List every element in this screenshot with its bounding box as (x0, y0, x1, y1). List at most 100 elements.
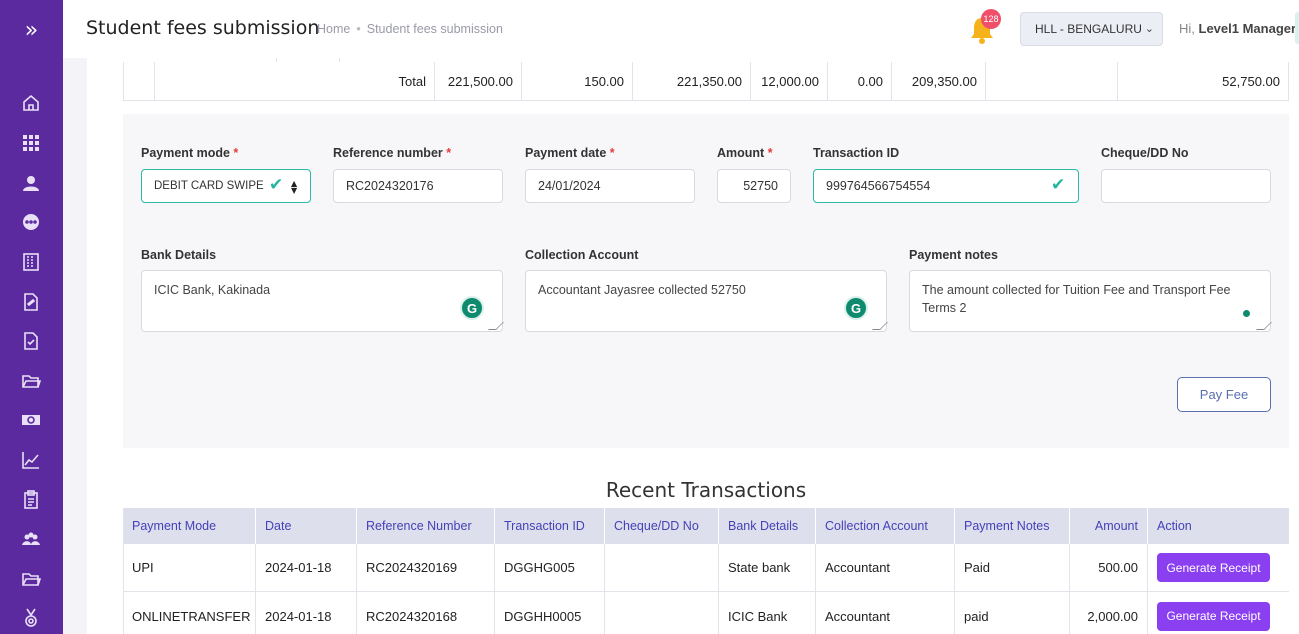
table-cell: Paid (954, 544, 1069, 591)
valid-check-icon: ✔ (269, 175, 284, 195)
column-header: Action (1147, 508, 1289, 544)
totals-value: 221,350.00 (632, 62, 750, 100)
payment-notes-textarea[interactable]: The amount collected for Tuition Fee and… (909, 270, 1271, 332)
table-cell: RC2024320169 (356, 544, 494, 591)
table-cell: 500.00 (1069, 544, 1147, 591)
bank-details-textarea[interactable]: ICIC Bank, Kakinada (141, 270, 503, 332)
column-header[interactable]: Payment Mode (123, 508, 255, 544)
pay-fee-button[interactable]: Pay Fee (1177, 377, 1271, 412)
table-cell: DGGHH0005 (494, 592, 604, 634)
reference-number-input[interactable]: RC2024320176 (333, 169, 503, 203)
table-header-row: Payment Mode Date Reference Number Trans… (123, 508, 1289, 544)
totals-value: 221,500.00 (434, 62, 521, 100)
generate-receipt-button[interactable]: Generate Receipt (1157, 601, 1270, 631)
totals-value: 0.00 (827, 62, 891, 100)
user-icon[interactable] (19, 171, 43, 195)
transaction-id-label: Transaction ID (813, 146, 900, 160)
table-left-border (123, 508, 124, 634)
grammarly-icon[interactable]: G (460, 296, 484, 320)
table-row: ONLINETRANSFER 2024-01-18 RC2024320168 D… (123, 592, 1289, 634)
grammarly-dot-icon[interactable] (1243, 310, 1250, 317)
totals-value: 12,000.00 (750, 62, 827, 100)
table-cell: UPI (132, 560, 154, 575)
select-updown-icon: ▲ ▼ (291, 179, 298, 195)
payment-mode-select[interactable]: DEBIT CARD SWIPE (141, 169, 311, 203)
table-cell: 2,000.00 (1069, 592, 1147, 634)
folder-open-icon[interactable] (19, 369, 43, 393)
chart-icon[interactable] (19, 448, 43, 472)
table-cell: paid (954, 592, 1069, 634)
column-header[interactable]: Reference Number (356, 508, 494, 544)
collection-account-label: Collection Account (525, 248, 639, 262)
payment-date-input[interactable]: 24/01/2024 (525, 169, 695, 203)
fees-totals-row: Total 221,500.00 150.00 221,350.00 12,00… (123, 58, 1289, 101)
branch-select[interactable]: HLL - BENGALURU ⌄ (1020, 12, 1163, 46)
document-edit-icon[interactable] (19, 290, 43, 314)
page-title: Student fees submission (86, 17, 320, 39)
chevron-down-icon: ⌄ (1144, 23, 1154, 35)
column-header[interactable]: Cheque/DD No (604, 508, 718, 544)
payment-date-label: Payment date * (525, 146, 615, 160)
breadcrumb: Home • Student fees submission (317, 22, 503, 36)
amount-label: Amount * (717, 146, 773, 160)
grid-icon[interactable] (19, 131, 43, 155)
breadcrumb-home[interactable]: Home (317, 22, 350, 36)
table-cell (604, 592, 718, 634)
table-cell: Accountant (815, 544, 954, 591)
users-icon[interactable] (19, 527, 43, 551)
building-icon[interactable] (19, 250, 43, 274)
payment-notes-label: Payment notes (909, 248, 998, 262)
user-greeting[interactable]: Hi, Level1 Manager (1179, 21, 1296, 36)
table-cell: 2024-01-18 (255, 592, 356, 634)
folder-icon[interactable] (19, 567, 43, 591)
document-check-icon[interactable] (19, 329, 43, 353)
payment-form: Payment mode * Reference number * Paymen… (123, 114, 1289, 448)
totals-label: Total (154, 62, 434, 100)
totals-value: 52,750.00 (1117, 62, 1288, 100)
table-cell (604, 544, 718, 591)
amount-input[interactable]: 52750 (717, 169, 791, 203)
clipboard-icon[interactable] (19, 488, 43, 512)
totals-spacer (124, 62, 154, 100)
breadcrumb-separator: • (356, 22, 361, 36)
grammarly-icon[interactable]: G (844, 296, 868, 320)
recent-transactions-title: Recent Transactions (605, 478, 807, 502)
generate-receipt-button[interactable]: Generate Receipt (1157, 553, 1270, 582)
column-header[interactable]: Date (255, 508, 356, 544)
sidebar: » (0, 0, 63, 634)
notification-badge: 128 (981, 9, 1001, 29)
column-header[interactable]: Bank Details (718, 508, 815, 544)
column-header[interactable]: Transaction ID (494, 508, 604, 544)
table-cell: RC2024320168 (356, 592, 494, 634)
table-cell: Accountant (815, 592, 954, 634)
valid-check-icon: ✔ (1051, 175, 1066, 195)
table-cell-action: Generate Receipt (1147, 592, 1289, 634)
table-cell-action: Generate Receipt (1147, 544, 1289, 591)
totals-value: 209,350.00 (891, 62, 985, 100)
transaction-id-input[interactable]: 999764566754554 (813, 169, 1079, 203)
breadcrumb-current: Student fees submission (366, 22, 503, 36)
money-icon[interactable] (19, 408, 43, 432)
reference-number-label: Reference number * (333, 146, 452, 160)
table-row: UPI 2024-01-18 RC2024320169 DGGHG005 Sta… (123, 544, 1289, 592)
header-edge-button[interactable] (1295, 12, 1299, 44)
table-cell: State bank (718, 544, 815, 591)
table-cell: DGGHG005 (494, 544, 604, 591)
top-header: Student fees submission Home • Student f… (63, 0, 1299, 58)
home-icon[interactable] (19, 91, 43, 115)
medal-icon[interactable] (19, 606, 43, 630)
table-cell: ONLINETRANSFER (132, 608, 251, 624)
branch-select-value: HLL - BENGALURU (1035, 22, 1142, 36)
totals-value (985, 62, 1117, 100)
collection-account-textarea[interactable]: Accountant Jayasree collected 52750 (525, 270, 887, 332)
column-header[interactable]: Collection Account (815, 508, 954, 544)
column-header[interactable]: Amount (1069, 508, 1147, 544)
main-content: Total 221,500.00 150.00 221,350.00 12,00… (87, 58, 1299, 634)
more-icon[interactable] (19, 210, 43, 234)
table-cell: ICIC Bank (718, 592, 815, 634)
chevron-double-right-icon[interactable]: » (0, 0, 63, 60)
column-header[interactable]: Payment Notes (954, 508, 1069, 544)
user-name: Level1 Manager (1198, 21, 1297, 36)
cheque-dd-no-input[interactable] (1101, 169, 1271, 203)
totals-value: 150.00 (521, 62, 632, 100)
